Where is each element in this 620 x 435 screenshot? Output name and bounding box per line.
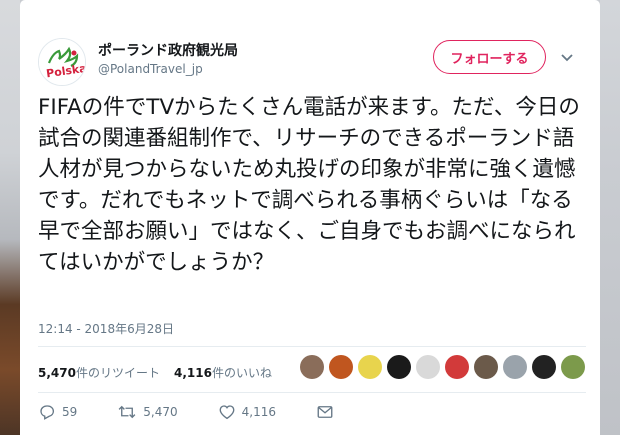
- like-stat[interactable]: 4,116件のいいね: [174, 364, 272, 381]
- retweet-icon: [118, 405, 136, 419]
- polska-logo-icon: Polska: [39, 39, 85, 85]
- liker-avatar[interactable]: [445, 355, 469, 379]
- direct-message-button[interactable]: [316, 403, 334, 421]
- liker-avatar[interactable]: [561, 355, 585, 379]
- liker-avatar[interactable]: [300, 355, 324, 379]
- liker-avatars: [300, 355, 585, 379]
- engagement-stats: 5,470件のリツイート 4,116件のいいね: [38, 364, 272, 381]
- reply-button[interactable]: 59: [38, 403, 77, 421]
- retweet-stat[interactable]: 5,470件のリツイート: [38, 364, 160, 381]
- retweet-stat-count: 5,470: [38, 366, 76, 380]
- reply-count: 59: [62, 405, 78, 419]
- background-left: [0, 0, 20, 435]
- background-right: [600, 0, 620, 435]
- like-stat-count: 4,116: [173, 366, 212, 380]
- like-count: 4,116: [241, 405, 276, 419]
- liker-avatar[interactable]: [358, 355, 382, 379]
- envelope-icon: [317, 406, 333, 418]
- divider-bottom: [38, 392, 586, 393]
- tweet-text: FIFAの件でTVからたくさん電話が来ます。ただ、今日の試合の関連番組制作で、リ…: [38, 95, 580, 275]
- author-name[interactable]: ポーランド政府観光局: [98, 40, 238, 60]
- follow-button[interactable]: フォローする: [433, 40, 546, 74]
- retweet-button[interactable]: 5,470: [117, 403, 178, 421]
- tweet-card: Polska ポーランド政府観光局 @PolandTravel_jp フォローす…: [20, 0, 600, 435]
- tweet-timestamp[interactable]: 12:14 - 2018年6月28日: [38, 320, 174, 337]
- liker-avatar[interactable]: [532, 355, 556, 379]
- reply-icon: [40, 405, 55, 420]
- liker-avatar[interactable]: [329, 355, 353, 379]
- avatar[interactable]: Polska: [38, 38, 86, 86]
- retweet-stat-label: 件のリツイート: [75, 366, 160, 380]
- author-handle[interactable]: @PolandTravel_jp: [98, 62, 203, 76]
- heart-icon: [219, 405, 235, 420]
- liker-avatar[interactable]: [387, 355, 411, 379]
- retweet-count: 5,470: [143, 405, 178, 419]
- action-bar: 59 5,470 4,116: [38, 402, 374, 422]
- liker-avatar[interactable]: [503, 355, 527, 379]
- divider-top: [38, 346, 586, 347]
- like-stat-label: 件のいいね: [211, 366, 272, 380]
- more-options-caret-icon[interactable]: [559, 49, 575, 65]
- like-button[interactable]: 4,116: [218, 403, 276, 421]
- liker-avatar[interactable]: [474, 355, 498, 379]
- liker-avatar[interactable]: [416, 355, 440, 379]
